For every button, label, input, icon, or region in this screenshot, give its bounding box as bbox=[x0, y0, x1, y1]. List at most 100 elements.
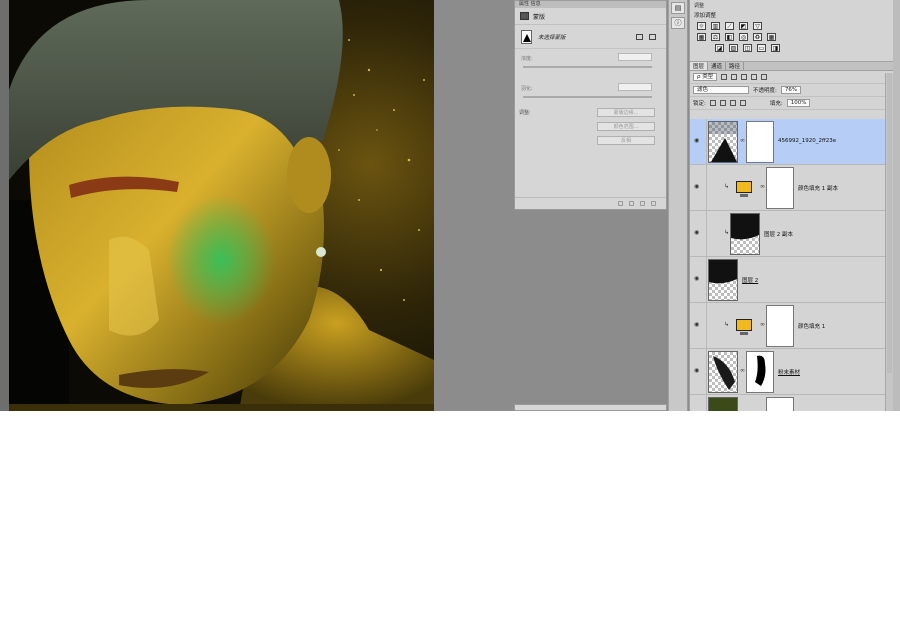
link-icon[interactable]: ∞ bbox=[740, 367, 745, 374]
brightness-icon[interactable]: ☼ bbox=[697, 22, 706, 30]
adjustments-tab[interactable]: 调整 bbox=[694, 2, 889, 9]
density-slider[interactable] bbox=[523, 66, 652, 68]
adjustments-row-1: ☼ ▥ ⟋ ◩ ▽ bbox=[694, 22, 889, 30]
visibility-icon[interactable] bbox=[640, 201, 645, 206]
lock-all-icon[interactable] bbox=[739, 100, 746, 106]
layer-row[interactable]: ◉ ↳ ∞ 颜色填充 1 副本 bbox=[690, 165, 888, 211]
feather-input[interactable] bbox=[618, 83, 652, 91]
layer-row[interactable]: ◉ bbox=[690, 395, 888, 411]
pixel-mask-icon[interactable] bbox=[636, 33, 643, 40]
delete-mask-icon[interactable] bbox=[651, 201, 656, 206]
layer-mask-thumbnail bbox=[766, 167, 794, 209]
exposure-icon[interactable]: ◩ bbox=[739, 22, 748, 30]
eye-icon[interactable]: ◉ bbox=[694, 276, 702, 282]
bw-icon[interactable]: ◧ bbox=[725, 33, 734, 41]
feather-field: 羽化: bbox=[515, 79, 666, 109]
layer-row[interactable]: ◉ 图层 2 bbox=[690, 257, 888, 303]
posterize-icon[interactable]: ▨ bbox=[729, 44, 738, 52]
curves-icon[interactable]: ⟋ bbox=[725, 22, 734, 30]
mask-edge-button[interactable]: 蒙版边缘... bbox=[597, 108, 655, 117]
fill-label: 填充: bbox=[769, 101, 783, 107]
layer-row[interactable]: ◉ ↳ 图层 2 副本 bbox=[690, 211, 888, 257]
opacity-label: 不透明度: bbox=[753, 88, 777, 94]
lock-label: 锁定: bbox=[693, 101, 706, 107]
load-selection-icon[interactable] bbox=[618, 201, 623, 206]
invert-icon[interactable]: ◪ bbox=[715, 44, 724, 52]
layer-thumbnail bbox=[708, 397, 738, 411]
eye-icon[interactable]: ◉ bbox=[694, 184, 702, 190]
info-icon[interactable]: ⓘ bbox=[671, 17, 685, 29]
mask-row: 未选择蒙版 bbox=[515, 25, 666, 49]
photo-filter-icon[interactable]: ◎ bbox=[739, 33, 748, 41]
filter-shape-icon[interactable] bbox=[751, 74, 758, 80]
right-panels: 调整 添加调整 ☼ ▥ ⟋ ◩ ▽ ▦ ⚖ ◧ ◎ ♻ ▦ ◪ ▨ ◫ ▭ ◨ … bbox=[689, 0, 893, 411]
adjustments-row-3: ◪ ▨ ◫ ▭ ◨ bbox=[694, 44, 889, 52]
feather-slider[interactable] bbox=[523, 96, 652, 98]
vibrance-icon[interactable]: ▽ bbox=[753, 22, 762, 30]
link-icon[interactable]: ∞ bbox=[760, 321, 765, 328]
window-edge bbox=[893, 0, 900, 411]
density-label: 浓度: bbox=[521, 56, 533, 62]
blend-row: 滤色 不透明度: 76% bbox=[690, 84, 893, 97]
layer-name: 颜色填充 1 副本 bbox=[798, 186, 838, 192]
layer-thumbnail bbox=[730, 213, 760, 255]
lock-transparent-icon[interactable] bbox=[709, 100, 716, 106]
channel-mixer-icon[interactable]: ♻ bbox=[753, 33, 762, 41]
properties-tabs[interactable]: 属性 信息 bbox=[515, 1, 666, 8]
selective-color-icon[interactable]: ◨ bbox=[771, 44, 780, 52]
mask-actions bbox=[636, 33, 656, 40]
lock-move-icon[interactable] bbox=[729, 100, 736, 106]
vector-mask-icon[interactable] bbox=[649, 33, 656, 40]
link-icon[interactable]: ∞ bbox=[740, 137, 745, 144]
layers-list: ◉ ∞ 456992_1920_2ff23e ◉ ↳ ∞ 颜色填充 1 副本 ◉… bbox=[690, 119, 888, 411]
filter-pixel-icon[interactable] bbox=[721, 74, 728, 80]
tab-paths[interactable]: 路径 bbox=[726, 62, 745, 70]
gradient-map-icon[interactable]: ▭ bbox=[757, 44, 766, 52]
layer-thumbnail bbox=[730, 305, 760, 347]
filter-smart-icon[interactable] bbox=[761, 74, 768, 80]
eye-icon[interactable]: ◉ bbox=[694, 138, 702, 144]
layer-filter-row: ρ 类型 bbox=[690, 71, 893, 84]
scrollbar-thumb[interactable] bbox=[887, 73, 892, 373]
properties-header: 蒙版 bbox=[515, 8, 666, 25]
layer-kind-select[interactable]: ρ 类型 bbox=[693, 73, 718, 81]
apply-mask-icon[interactable] bbox=[629, 201, 634, 206]
lock-paint-icon[interactable] bbox=[719, 100, 726, 106]
layer-mask-thumbnail bbox=[766, 305, 794, 347]
clip-icon: ↳ bbox=[724, 183, 730, 190]
blend-mode-select[interactable]: 滤色 bbox=[693, 86, 749, 94]
history-icon[interactable]: ▤ bbox=[671, 2, 685, 14]
eye-icon[interactable]: ◉ bbox=[694, 230, 702, 236]
opacity-input[interactable]: 76% bbox=[780, 86, 802, 94]
filter-type-icon[interactable] bbox=[741, 74, 748, 80]
properties-panel[interactable]: 属性 信息 蒙版 未选择蒙版 浓度: 羽化: 调整: 蒙版边缘... 颜色范围.… bbox=[514, 0, 667, 210]
fill-input[interactable]: 100% bbox=[786, 99, 811, 107]
canvas-image[interactable] bbox=[9, 0, 434, 411]
layer-mask-thumbnail bbox=[766, 397, 794, 411]
mask-thumbnail-icon bbox=[521, 29, 532, 44]
color-range-button[interactable]: 颜色范围... bbox=[597, 122, 655, 131]
lookup-icon[interactable]: ▦ bbox=[767, 33, 776, 41]
levels-icon[interactable]: ▥ bbox=[711, 22, 720, 30]
filter-adjust-icon[interactable] bbox=[731, 74, 738, 80]
tab-layers[interactable]: 图层 bbox=[690, 62, 709, 70]
eye-icon[interactable]: ◉ bbox=[694, 322, 702, 328]
adjust-label: 调整: bbox=[519, 110, 531, 116]
layer-row[interactable]: ◉ ∞ 粉末素材 bbox=[690, 349, 888, 395]
link-icon[interactable]: ∞ bbox=[760, 183, 765, 190]
color-balance-icon[interactable]: ⚖ bbox=[711, 33, 720, 41]
eye-icon[interactable]: ◉ bbox=[694, 368, 702, 374]
clip-icon: ↳ bbox=[724, 321, 730, 328]
layer-row[interactable]: ◉ ↳ ∞ 颜色填充 1 bbox=[690, 303, 888, 349]
adjustments-panel: 调整 添加调整 ☼ ▥ ⟋ ◩ ▽ ▦ ⚖ ◧ ◎ ♻ ▦ ◪ ▨ ◫ ▭ ◨ bbox=[690, 0, 893, 62]
layer-thumbnail bbox=[708, 121, 738, 163]
density-input[interactable] bbox=[618, 53, 652, 61]
layers-scrollbar[interactable] bbox=[885, 73, 893, 411]
tab-channels[interactable]: 通道 bbox=[708, 62, 727, 70]
layer-row[interactable]: ◉ ∞ 456992_1920_2ff23e bbox=[690, 119, 888, 165]
invert-button[interactable]: 反相 bbox=[597, 136, 655, 145]
lock-row: 锁定: 填充: 100% bbox=[690, 97, 893, 110]
hue-icon[interactable]: ▦ bbox=[697, 33, 706, 41]
threshold-icon[interactable]: ◫ bbox=[743, 44, 752, 52]
layer-mask-thumbnail bbox=[746, 351, 774, 393]
